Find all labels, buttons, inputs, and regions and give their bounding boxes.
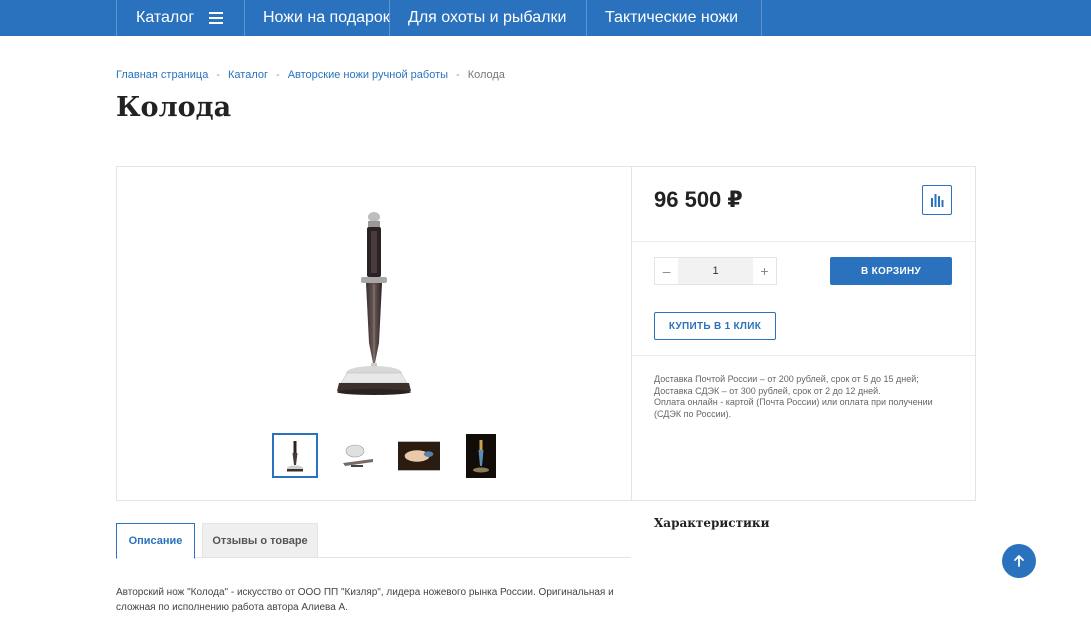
delivery-line-cdek: Доставка СДЭК – от 300 рублей, срок от 2…: [654, 385, 881, 396]
menu-icon: [209, 12, 224, 24]
breadcrumb-home[interactable]: Главная страница: [116, 69, 208, 81]
compare-chart-icon: [931, 194, 944, 207]
scroll-to-top-button[interactable]: [1002, 544, 1036, 578]
breadcrumb-section[interactable]: Авторские ножи ручной работы: [288, 69, 448, 81]
product-tabs: Описание Отзывы о товаре: [116, 523, 631, 559]
characteristics-heading: Характеристики: [654, 516, 770, 530]
nav-catalog[interactable]: Каталог: [116, 0, 244, 36]
nav-item-tactical-knives[interactable]: Тактические ножи: [586, 0, 762, 36]
divider: [632, 241, 975, 242]
thumbnail-2[interactable]: [334, 433, 380, 478]
breadcrumb-current: Колода: [467, 69, 505, 81]
quantity-stepper: – 1 +: [654, 257, 777, 285]
delivery-line-payment: Оплата онлайн - картой (Почта России) ил…: [654, 397, 933, 419]
nav-item-hunting-fishing[interactable]: Для охоты и рыбалки: [389, 0, 586, 36]
quantity-input[interactable]: 1: [678, 258, 753, 284]
nav-item-gift-knives[interactable]: Ножи на подарок: [244, 0, 390, 36]
tab-reviews[interactable]: Отзывы о товаре: [202, 523, 318, 558]
page-title: Колода: [116, 92, 232, 123]
quantity-plus-button[interactable]: +: [753, 258, 776, 284]
product-gallery: [117, 167, 632, 500]
delivery-line-post: Доставка Почтой России – от 200 рублей, …: [654, 374, 919, 384]
breadcrumb: Главная страница - Каталог - Авторские н…: [116, 69, 505, 81]
divider: [632, 355, 975, 356]
knife-on-stand-image: [337, 212, 411, 395]
add-to-cart-button[interactable]: В КОРЗИНУ: [830, 257, 952, 285]
tab-description[interactable]: Описание: [116, 523, 195, 559]
thumbnail-3[interactable]: [396, 433, 442, 478]
delivery-info: Доставка Почтой России – от 200 рублей, …: [654, 374, 954, 420]
arrow-up-icon: [1014, 555, 1024, 567]
nav-catalog-label: Каталог: [136, 9, 195, 26]
product-price: 96 500 ₽: [654, 187, 743, 212]
thumbnail-1[interactable]: [272, 433, 318, 478]
thumbnail-knife-stand-image: [287, 440, 303, 471]
breadcrumb-separator: -: [456, 69, 460, 81]
compare-button[interactable]: [922, 185, 952, 215]
product-main-image[interactable]: [287, 173, 457, 423]
product-info: 96 500 ₽ – 1 + В КОРЗИНУ КУПИТЬ В 1 КЛИК…: [632, 167, 975, 500]
product-card: 96 500 ₽ – 1 + В КОРЗИНУ КУПИТЬ В 1 КЛИК…: [116, 166, 976, 501]
buy-one-click-button[interactable]: КУПИТЬ В 1 КЛИК: [654, 312, 776, 340]
nav-items: Каталог Ножи на подарок Для охоты и рыба…: [116, 0, 762, 36]
breadcrumb-separator: -: [216, 69, 221, 81]
thumbnail-4[interactable]: [458, 433, 504, 478]
thumbnail-dark-image: [466, 433, 496, 478]
product-description: Авторский нож "Колода" - искусство от ОО…: [116, 587, 614, 613]
quantity-minus-button[interactable]: –: [655, 258, 678, 284]
thumbnail-strip: [272, 433, 504, 478]
thumbnail-box-image: [398, 441, 440, 470]
thumbnail-stand-image: [343, 444, 373, 467]
top-navigation: Каталог Ножи на подарок Для охоты и рыба…: [0, 0, 1091, 36]
breadcrumb-catalog[interactable]: Каталог: [228, 69, 268, 81]
breadcrumb-separator: -: [276, 69, 280, 81]
